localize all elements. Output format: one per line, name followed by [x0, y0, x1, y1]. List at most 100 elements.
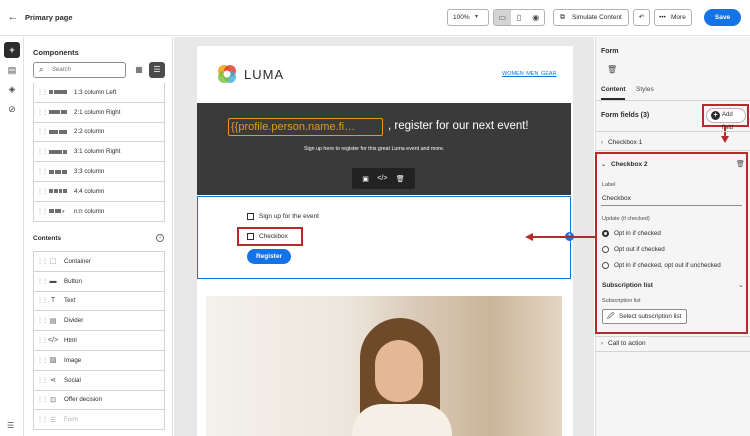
- accordion-checkbox-2[interactable]: ⌄ Checkbox 2: [601, 161, 648, 168]
- structure-label: 2:1 column Right: [74, 108, 121, 116]
- column-layout-icon: [49, 109, 67, 115]
- social-icon: ⋖: [50, 377, 56, 385]
- radio-opt-in[interactable]: [602, 230, 609, 237]
- settings-icon[interactable]: ☰: [7, 421, 14, 430]
- list-item[interactable]: ⋮⋮ 3:1 column Right: [34, 142, 164, 163]
- update-caption: Update (if checked): [602, 216, 650, 222]
- content-item-social[interactable]: ⋮⋮ ⋖ Social: [33, 370, 165, 391]
- content-item-text[interactable]: ⋮⋮ T Text: [33, 291, 165, 312]
- label-caption: Label: [602, 182, 616, 188]
- form-fields-title: Form fields (3): [601, 112, 650, 119]
- drag-handle-icon[interactable]: ⋮⋮: [37, 148, 48, 155]
- button-icon: ▬: [49, 277, 57, 285]
- drag-handle-icon[interactable]: ⋮⋮: [37, 297, 48, 304]
- accordion-checkbox-1[interactable]: › Checkbox 1: [601, 139, 642, 146]
- code-icon[interactable]: </>: [377, 175, 387, 182]
- page-title: Primary page: [25, 13, 73, 22]
- list-item[interactable]: ⋮⋮ 3:3 column: [34, 162, 164, 182]
- drag-handle-icon[interactable]: ⋮⋮: [37, 377, 48, 384]
- drag-handle-icon[interactable]: ⋮⋮: [37, 89, 48, 96]
- divider: [595, 100, 750, 101]
- drag-handle-icon[interactable]: ⋮⋮: [37, 396, 48, 403]
- drag-handle-icon[interactable]: ⋮⋮: [37, 128, 48, 135]
- email-nav-links[interactable]: WOMEN MEN GEAR: [502, 71, 557, 77]
- content-item-container[interactable]: ⋮⋮ ⬚ Container: [33, 252, 165, 272]
- structure-label: 1:3 column Left: [74, 88, 117, 96]
- undo-button[interactable]: ↶: [633, 9, 650, 26]
- add-field-button[interactable]: + Add field: [706, 108, 746, 131]
- structure-list: ⋮⋮ 1:3 column Left ⋮⋮ 2:1 column Right ⋮⋮ 2…: [33, 83, 165, 222]
- list-item[interactable]: ⋮⋮ 2:2 column: [34, 123, 164, 143]
- simulate-content-button[interactable]: ⧉ Simulate Content: [553, 9, 629, 26]
- column-layout-icon: ▾: [49, 208, 67, 215]
- search-input[interactable]: ⌕ Search: [33, 62, 126, 78]
- divider: [595, 131, 750, 132]
- brand-name: LUMA: [244, 67, 285, 82]
- add-icon[interactable]: +: [4, 42, 20, 58]
- image-icon[interactable]: ▣: [362, 175, 369, 183]
- more-button[interactable]: ••• More: [654, 9, 692, 26]
- content-item-offer-decision[interactable]: ⋮⋮ ⊡ Offer decision: [33, 390, 165, 411]
- tab-content[interactable]: Content: [601, 86, 626, 93]
- content-item-button[interactable]: ⋮⋮ ▬ Button: [33, 271, 165, 292]
- preview-eye-icon[interactable]: ◉: [527, 10, 544, 25]
- drag-handle-icon[interactable]: ⋮⋮: [37, 258, 48, 265]
- structure-label: 3:1 column Right: [74, 148, 121, 156]
- drag-handle-icon[interactable]: ⋮⋮: [37, 188, 48, 195]
- checkbox-2[interactable]: [247, 233, 254, 240]
- personalization-token[interactable]: {{profile.person.name.fi…: [228, 118, 383, 136]
- list-item[interactable]: ⋮⋮ 2:1 column Right: [34, 103, 164, 123]
- accordion-call-to-action[interactable]: › Call to action: [601, 340, 646, 347]
- subscription-caption: Subscription list: [602, 298, 641, 304]
- accordion-label: Call to action: [608, 340, 646, 347]
- divider: [595, 150, 750, 151]
- simulate-icon: ⧉: [560, 14, 565, 21]
- form-icon: ☰: [49, 416, 57, 424]
- label-input[interactable]: Checkbox: [602, 195, 631, 202]
- content-label: Text: [64, 297, 76, 305]
- back-arrow-icon[interactable]: ←: [7, 10, 19, 24]
- list-view-icon[interactable]: ☰: [149, 62, 165, 78]
- zoom-select[interactable]: 100% ▾: [447, 9, 489, 26]
- radio-opt-out[interactable]: [602, 246, 609, 253]
- drag-handle-icon[interactable]: ⋮⋮: [37, 208, 48, 215]
- tab-styles[interactable]: Styles: [636, 86, 654, 93]
- components-panel: Components ⌕ Search ▦ ☰ ⋮⋮ 1:3 column Lef…: [25, 37, 173, 436]
- drag-handle-icon[interactable]: ⋮⋮: [37, 416, 48, 423]
- content-item-divider[interactable]: ⋮⋮ ▤ Divider: [33, 311, 165, 332]
- layers-icon[interactable]: ◈: [4, 81, 20, 97]
- grid-view-icon[interactable]: ▦: [131, 62, 147, 78]
- list-item[interactable]: ⋮⋮ 1:3 column Left: [34, 83, 164, 103]
- mobile-icon[interactable]: ▯: [511, 10, 528, 25]
- content-item-form[interactable]: ⋮⋮ ☰ Form: [33, 410, 165, 431]
- trash-icon[interactable]: 🗑: [607, 65, 617, 74]
- select-subscription-button[interactable]: 🖉 Select subscription list: [602, 309, 687, 324]
- more-label: More: [671, 14, 686, 21]
- drag-handle-icon[interactable]: ⋮⋮: [37, 109, 48, 116]
- trash-icon[interactable]: 🗑: [396, 175, 405, 183]
- list-item[interactable]: ⋮⋮ 4:4 column: [34, 182, 164, 202]
- list-item[interactable]: ⋮⋮ ▾ n:n column: [34, 202, 164, 221]
- content-item-html[interactable]: ⋮⋮ </> Html: [33, 331, 165, 351]
- luma-logo-icon: [218, 65, 236, 83]
- simulate-content-label: Simulate Content: [572, 14, 622, 21]
- link-icon[interactable]: ⊘: [4, 101, 20, 117]
- desktop-icon[interactable]: ▭: [494, 10, 511, 25]
- content-item-image[interactable]: ⋮⋮ ▨ Image: [33, 350, 165, 371]
- register-button[interactable]: Register: [247, 249, 291, 264]
- drag-handle-icon[interactable]: ⋮⋮: [37, 357, 48, 364]
- checkbox-1[interactable]: [247, 213, 254, 220]
- drag-handle-icon[interactable]: ⋮⋮: [37, 317, 48, 324]
- drag-handle-icon[interactable]: ⋮⋮: [37, 337, 48, 344]
- hero-subtext: Sign up here to register for this great …: [304, 146, 445, 152]
- drag-handle-icon[interactable]: ⋮⋮: [37, 168, 48, 175]
- annotation-arrowhead: [721, 136, 729, 143]
- assets-icon[interactable]: ▤: [4, 62, 20, 78]
- trash-icon[interactable]: 🗑: [736, 160, 745, 168]
- drag-handle-icon[interactable]: ⋮⋮: [37, 278, 48, 285]
- content-label: Offer decision: [64, 396, 103, 404]
- radio-opt-in-out[interactable]: [602, 262, 609, 269]
- save-button[interactable]: Save: [704, 9, 741, 26]
- info-icon[interactable]: i: [156, 234, 164, 242]
- chevron-down-icon[interactable]: ⌄: [738, 281, 744, 289]
